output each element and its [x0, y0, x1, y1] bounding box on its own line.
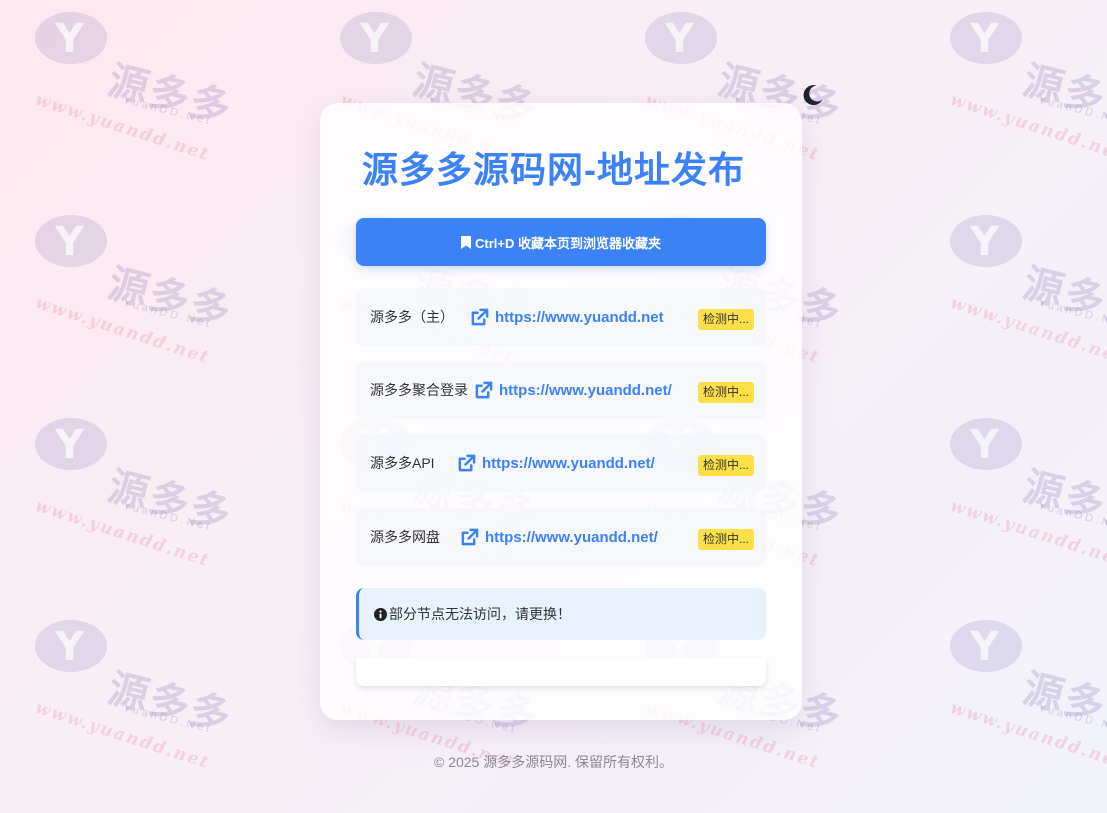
- watermark-url: www.yuandd.net: [947, 496, 1107, 572]
- watermark: 源多多YuanDD.Netwww.yuandd.net: [948, 620, 1107, 773]
- external-link-icon: [471, 308, 489, 325]
- bookmark-icon: [461, 235, 471, 249]
- status-badge: 检测中...: [698, 455, 755, 476]
- empty-panel: [356, 658, 766, 686]
- watermark-sub: YuanDD.Net: [122, 94, 214, 128]
- link-url-text: https://www.yuandd.net/: [482, 454, 655, 472]
- link-url[interactable]: https://www.yuandd.net/: [474, 361, 672, 419]
- link-name: 源多多API: [370, 455, 435, 471]
- watermark-url: www.yuandd.net: [947, 293, 1107, 369]
- watermark-url: www.yuandd.net: [32, 293, 213, 369]
- watermark-sub: YuanDD.Net: [122, 500, 214, 534]
- watermark: 源多多YuanDD.Netwww.yuandd.net: [32, 215, 265, 369]
- watermark-logo-icon: [950, 215, 1022, 267]
- link-name: 源多多网盘: [370, 529, 440, 545]
- watermark: 源多多YuanDD.Netwww.yuandd.net: [33, 12, 265, 165]
- watermark-logo-icon: [35, 418, 107, 470]
- watermark-logo-icon: [340, 12, 412, 64]
- watermark-brand: 源多多: [1018, 57, 1107, 133]
- link-url[interactable]: https://www.yuandd.net/: [460, 508, 658, 566]
- link-url[interactable]: https://www.yuandd.net: [470, 288, 664, 346]
- watermark: 源多多YuanDD.Netwww.yuandd.net: [948, 12, 1107, 165]
- footer-copyright: © 2025 源多多源码网. 保留所有权利。: [433, 754, 674, 770]
- watermark-url: www.yuandd.net: [32, 496, 213, 572]
- page-title: 源多多源码网-地址发布: [362, 149, 745, 190]
- watermark-brand: 源多多: [1018, 260, 1107, 336]
- notice-text: 部分节点无法访问，请更换！: [389, 606, 571, 622]
- link-row: 源多多网盘 https://www.yuandd.net/ 检测中...: [356, 508, 766, 566]
- link-url-text: https://www.yuandd.net/: [485, 528, 658, 546]
- watermark-logo-icon: [35, 215, 107, 267]
- watermark-sub: YuanDD.Net: [122, 702, 214, 736]
- watermark-brand: 源多多: [103, 463, 237, 539]
- watermark-sub: YuanDD.Net: [122, 297, 214, 331]
- watermark-sub: YuanDD.Net: [1037, 94, 1107, 128]
- watermark-brand: 源多多: [103, 57, 237, 133]
- watermark-brand: 源多多: [103, 260, 237, 336]
- status-badge: 检测中...: [698, 529, 755, 550]
- status-badge: 检测中...: [698, 382, 755, 403]
- link-url[interactable]: https://www.yuandd.net/: [457, 434, 655, 492]
- link-row: 源多多聚合登录 https://www.yuandd.net/ 检测中...: [356, 361, 766, 419]
- link-row: 源多多（主） https://www.yuandd.net 检测中...: [356, 288, 766, 346]
- watermark-logo-icon: [950, 418, 1022, 470]
- watermark-logo-icon: [950, 12, 1022, 64]
- external-link-icon: [461, 528, 479, 545]
- watermark-brand: 源多多: [1018, 665, 1107, 741]
- notice-box: 部分节点无法访问，请更换！: [356, 588, 766, 640]
- theme-toggle-button[interactable]: [800, 82, 826, 108]
- bookmark-button[interactable]: Ctrl+D 收藏本页到浏览器收藏夹: [356, 218, 766, 266]
- external-link-icon: [458, 454, 476, 471]
- watermark-brand: 源多多: [1018, 463, 1107, 539]
- watermark-sub: YuanDD.Net: [1037, 702, 1107, 736]
- watermark-sub: YuanDD.Net: [1037, 500, 1107, 534]
- external-link-icon: [475, 381, 493, 398]
- watermark: 源多多YuanDD.Netwww.yuandd.net: [32, 418, 265, 572]
- info-circle-icon: [374, 607, 387, 621]
- watermark: 源多多YuanDD.Netwww.yuandd.net: [947, 215, 1107, 369]
- watermark-logo-icon: [35, 12, 107, 64]
- link-url-text: https://www.yuandd.net: [495, 308, 664, 326]
- link-row: 源多多API https://www.yuandd.net/ 检测中...: [356, 434, 766, 492]
- status-badge: 检测中...: [698, 309, 755, 330]
- watermark-logo-icon: [35, 620, 107, 672]
- watermark-sub: YuanDD.Net: [1037, 297, 1107, 331]
- link-url-text: https://www.yuandd.net/: [499, 381, 672, 399]
- watermark: 源多多YuanDD.Netwww.yuandd.net: [947, 418, 1107, 572]
- bookmark-label: Ctrl+D 收藏本页到浏览器收藏夹: [475, 235, 661, 251]
- watermark-brand: 源多多: [103, 665, 237, 741]
- watermark: 源多多YuanDD.Netwww.yuandd.net: [33, 620, 265, 773]
- link-name: 源多多聚合登录: [370, 382, 468, 398]
- watermark-logo-icon: [950, 620, 1022, 672]
- link-name: 源多多（主）: [370, 309, 454, 325]
- moon-icon: [803, 85, 823, 106]
- watermark-logo-icon: [645, 12, 717, 64]
